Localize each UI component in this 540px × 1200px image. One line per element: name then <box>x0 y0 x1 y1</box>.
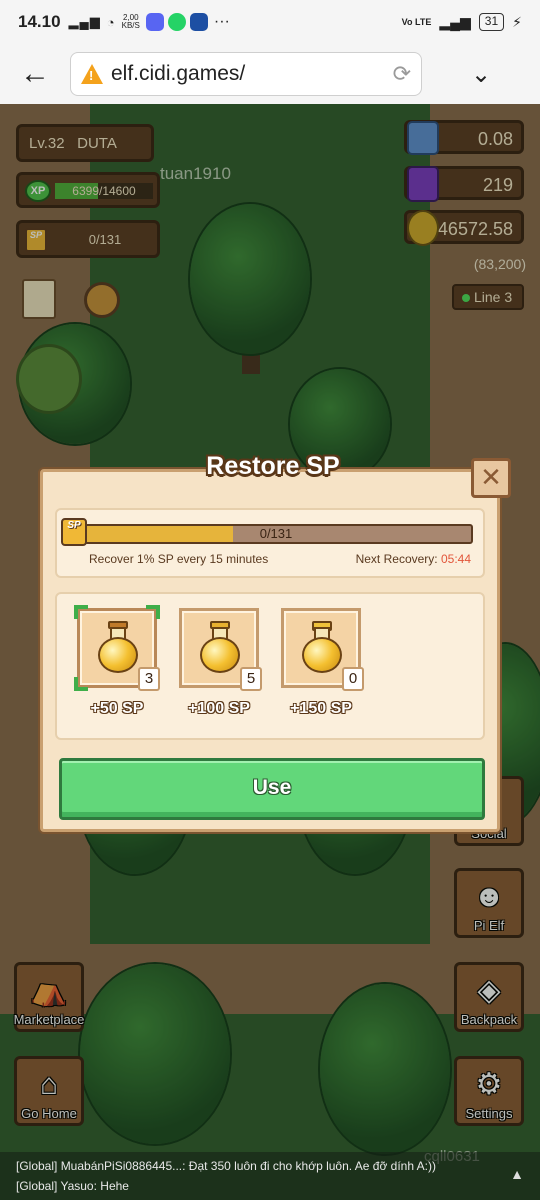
chat-message: [Global] Yasuo: Hehe <box>16 1179 129 1193</box>
sp-status-box: 0/131 SP Recover 1% SP every 15 minutes … <box>55 508 485 578</box>
url-text[interactable]: elf.cidi.games/ <box>111 62 393 86</box>
game-view[interactable]: Lv.32 DUTA tuan1910 XP 6399/14600 SP 0/1… <box>0 104 540 1200</box>
chat-message: [Global] MuabánPiSi0886445...: Đạt 350 l… <box>16 1159 437 1173</box>
next-recovery-time: 05:44 <box>440 552 471 566</box>
back-arrow-icon[interactable]: ← <box>0 59 70 89</box>
sp-lightning-icon: SP <box>61 518 87 546</box>
charging-icon: ⚡ <box>512 13 522 30</box>
potion-item-large[interactable]: 0 <box>281 608 364 691</box>
wifi-icon: ◔ <box>106 14 116 30</box>
sp-potion-small-icon <box>96 621 140 673</box>
sp-potion-large-icon <box>300 621 344 673</box>
reload-icon[interactable]: ⟳ <box>393 61 411 87</box>
item-label: +150 SP <box>290 700 352 717</box>
bank-app-icon <box>189 13 208 31</box>
expand-chat-icon[interactable]: ▲ <box>510 1164 524 1184</box>
use-button[interactable]: Use <box>59 758 485 820</box>
potion-item-small[interactable]: 3 <box>74 605 160 691</box>
clock: 14.10 <box>18 12 61 31</box>
close-button[interactable]: ✕ <box>471 458 511 498</box>
item-label: +50 SP <box>90 700 144 717</box>
restore-sp-dialog: Restore SP ✕ 0/131 SP Recover 1% SP ever… <box>40 452 511 832</box>
signal-icon: ▂▄▆ <box>439 13 471 30</box>
sp-progress-text: 0/131 <box>259 526 293 541</box>
recover-rate-text: Recover 1% SP every 15 minutes <box>89 552 269 566</box>
next-recovery: Next Recovery: 05:44 <box>356 552 471 566</box>
volte-indicator: Vo LTE <box>401 16 432 27</box>
status-bar: 14.10 ▂▄▆ ◔ 2,00 KB/S ··· Vo LTE ▂▄▆ 31 ⚡ <box>0 0 540 44</box>
next-recovery-label: Next Recovery: <box>355 552 438 566</box>
browser-toolbar: ← ! elf.cidi.games/ ⟳ ⌄ <box>0 44 540 104</box>
whatsapp-icon <box>167 13 186 31</box>
item-count: 3 <box>138 667 160 691</box>
selection-corner <box>146 605 160 619</box>
selection-corner <box>74 605 88 619</box>
sp-progress-bar: 0/131 <box>79 524 473 544</box>
global-chat[interactable]: [Global] MuabánPiSi0886445...: Đạt 350 l… <box>0 1152 540 1200</box>
address-bar[interactable]: ! elf.cidi.games/ ⟳ <box>70 52 422 96</box>
potion-list: 3 +50 SP 5 +100 SP 0 +150 SP <box>55 592 485 740</box>
item-count: 0 <box>342 667 364 691</box>
item-count: 5 <box>240 667 262 691</box>
discord-icon <box>145 13 164 31</box>
potion-item-medium[interactable]: 5 <box>179 608 262 691</box>
item-label: +100 SP <box>188 700 250 717</box>
warning-icon[interactable]: ! <box>81 64 103 84</box>
battery-indicator: 31 <box>478 13 505 31</box>
selection-corner <box>74 677 88 691</box>
sp-potion-medium-icon <box>198 621 242 673</box>
network-speed: 2,00 KB/S <box>121 13 140 30</box>
signal-icon: ▂▄▆ <box>68 14 101 29</box>
dialog-title: Restore SP <box>206 452 340 480</box>
chevron-down-icon[interactable]: ⌄ <box>422 60 540 89</box>
more-notifications-icon: ··· <box>213 13 230 30</box>
